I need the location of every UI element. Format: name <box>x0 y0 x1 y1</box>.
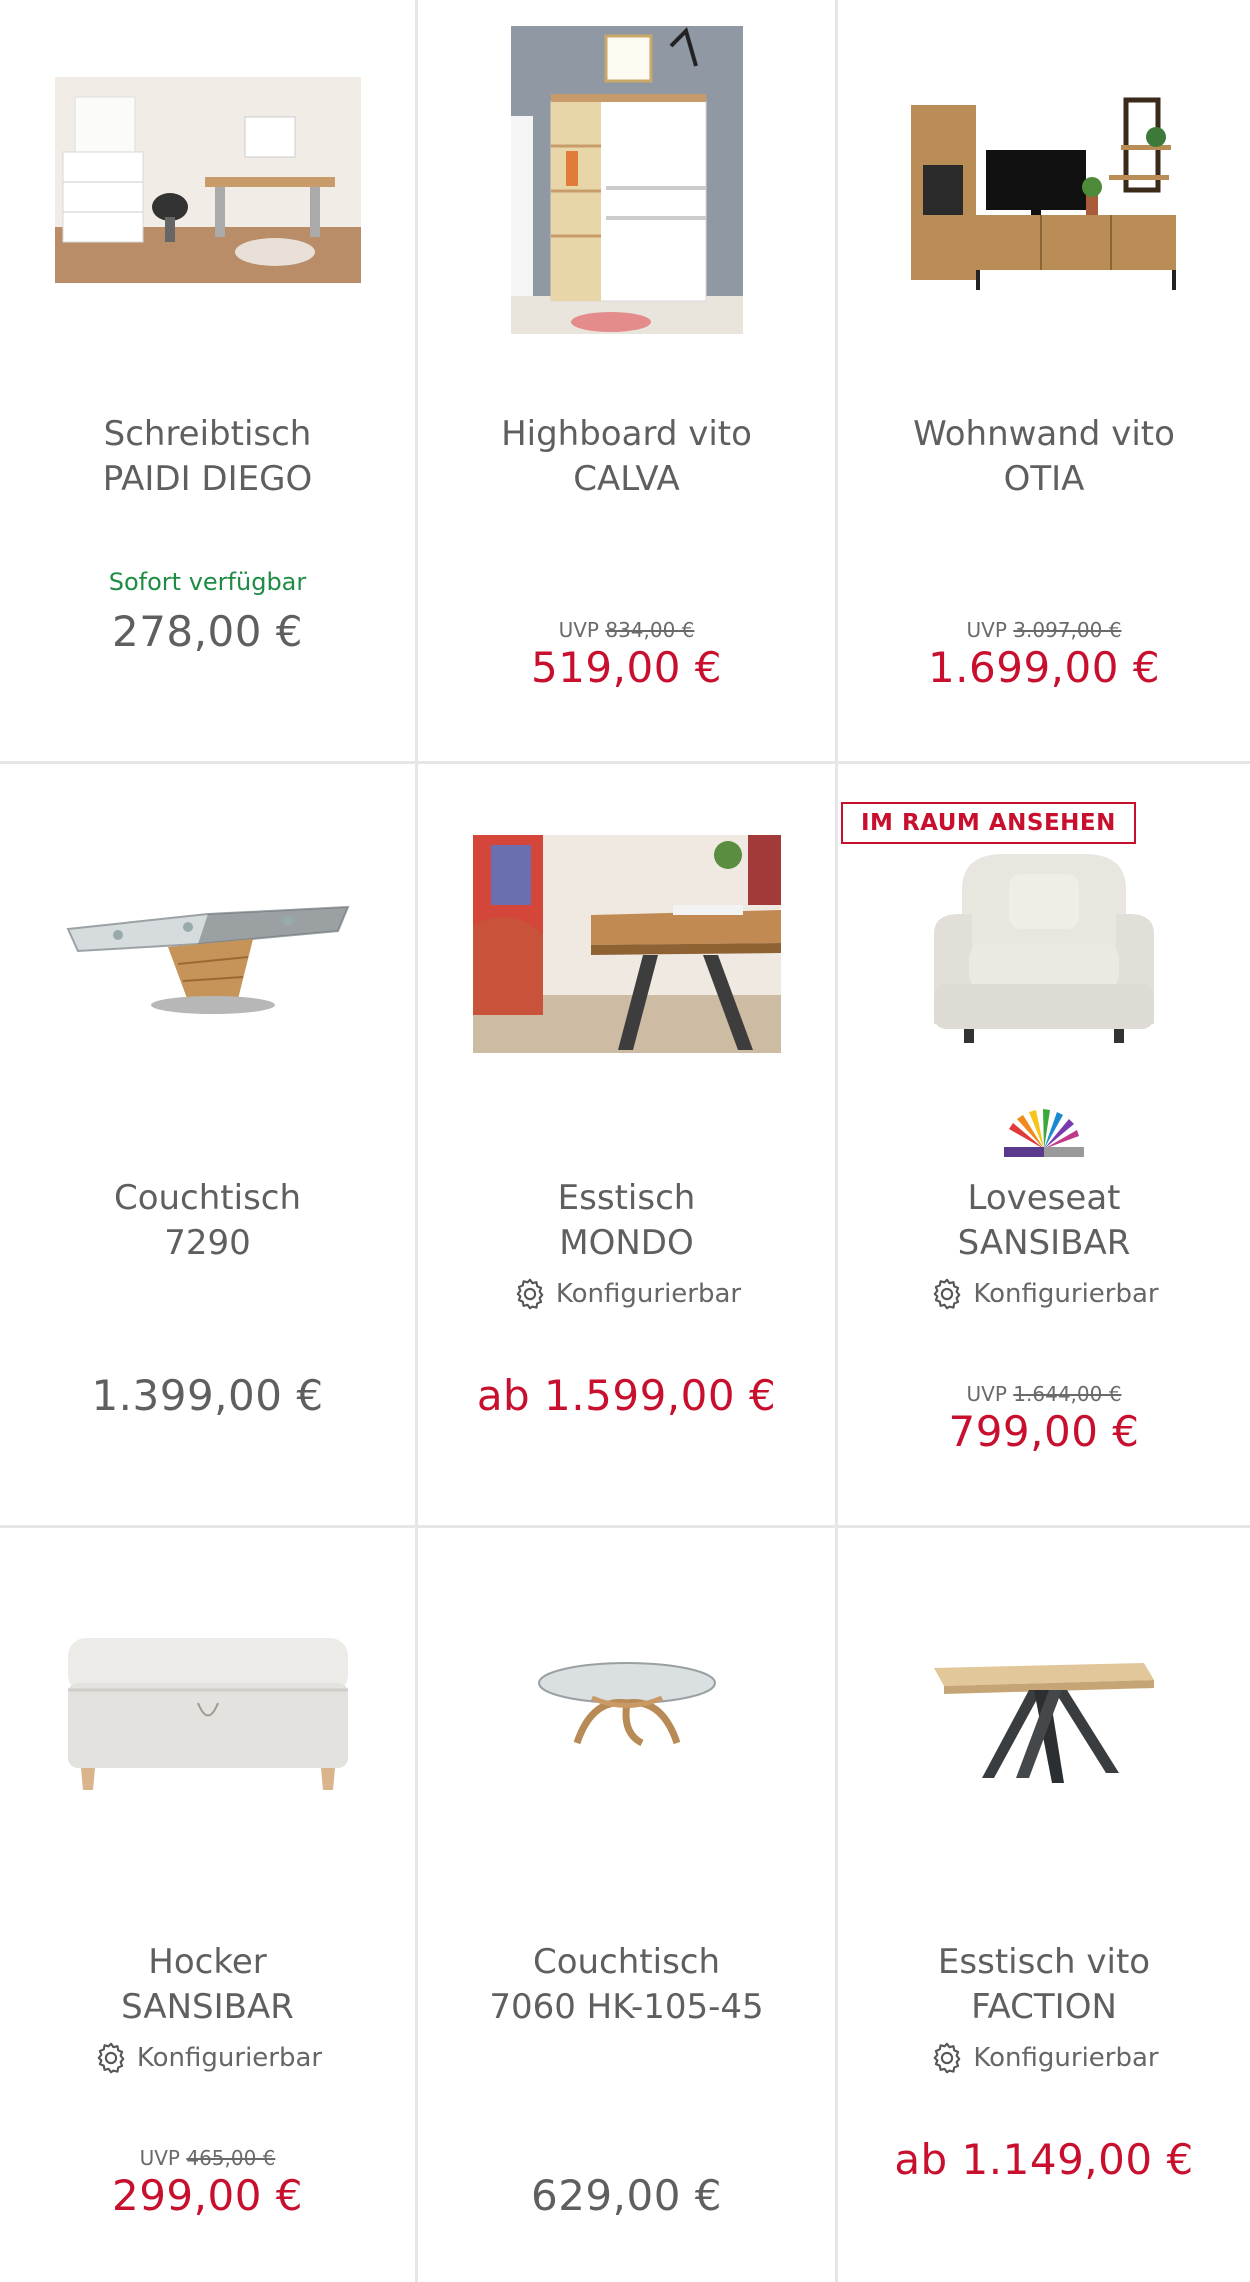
product-card-esstisch-mondo[interactable]: Esstisch MONDO Konfigurierbar ab 1.599,0… <box>418 764 838 1528</box>
product-title-line1[interactable]: Couchtisch <box>10 1176 405 1221</box>
product-card-wohnwand-vito-otia[interactable]: Wohnwand vito OTIA UVP 3.097,00 € 1.699,… <box>838 0 1250 764</box>
product-card-schreibtisch-paidi-diego[interactable]: Schreibtisch PAIDI DIEGO Sofort verfügba… <box>0 0 418 764</box>
product-title[interactable]: Couchtisch 7290 <box>10 1176 405 1266</box>
product-title-line1[interactable]: Hocker <box>10 1940 405 1985</box>
product-card-esstisch-vito-faction[interactable]: Esstisch vito FACTION Konfigurierbar ab … <box>838 1528 1250 2282</box>
product-price: 799,00 € <box>948 1407 1140 1456</box>
gear-icon <box>97 2042 125 2074</box>
configurable-label: Konfigurierbar <box>136 2043 323 2073</box>
configurable-indicator[interactable]: Konfigurierbar <box>838 1276 1250 1312</box>
product-title[interactable]: Loveseat SANSIBAR <box>848 1176 1240 1266</box>
configurable-indicator[interactable]: Konfigurierbar <box>418 1276 835 1312</box>
product-card-loveseat-sansibar[interactable]: IM RAUM ANSEHEN Loveseat SANSIBAR Konfig… <box>838 764 1250 1528</box>
product-price: ab 1.149,00 € <box>894 2135 1194 2184</box>
color-fan-logo <box>1004 1109 1084 1157</box>
product-card-couchtisch-7060[interactable]: Couchtisch 7060 HK-105-45 629,00 € <box>418 1528 838 2282</box>
product-price: 519,00 € <box>530 643 723 692</box>
product-image[interactable] <box>418 0 835 360</box>
product-title[interactable]: Couchtisch 7060 HK-105-45 <box>428 1940 825 2030</box>
product-card-hocker-sansibar[interactable]: Hocker SANSIBAR Konfigurierbar UVP 465,0… <box>0 1528 418 2282</box>
ottoman-photo <box>62 1618 353 1798</box>
wall-unit-photo <box>891 65 1197 295</box>
product-title[interactable]: Wohnwand vito OTIA <box>848 412 1240 502</box>
loveseat-photo <box>914 834 1174 1054</box>
product-title-line2[interactable]: OTIA <box>848 457 1240 502</box>
brand-logo <box>838 1109 1250 1159</box>
product-price: 278,00 € <box>111 607 304 656</box>
product-title-line1[interactable]: Wohnwand vito <box>848 412 1240 457</box>
uvp-label: UVP <box>558 618 599 642</box>
gear-icon <box>934 1278 961 1310</box>
configurable-label: Konfigurierbar <box>973 1279 1159 1309</box>
product-image[interactable] <box>418 1528 835 1888</box>
product-title[interactable]: Hocker SANSIBAR <box>10 1940 405 2030</box>
product-price: 1.699,00 € <box>927 643 1161 692</box>
product-title-line1[interactable]: Loveseat <box>848 1176 1240 1221</box>
product-title-line2[interactable]: 7290 <box>10 1221 405 1266</box>
product-title[interactable]: Schreibtisch PAIDI DIEGO <box>10 412 405 502</box>
product-title-line1[interactable]: Esstisch vito <box>848 1940 1240 1985</box>
gear-icon <box>516 1278 544 1310</box>
product-grid: Schreibtisch PAIDI DIEGO Sofort verfügba… <box>0 0 1250 2282</box>
product-title-line1[interactable]: Esstisch <box>428 1176 825 1221</box>
uvp-price: UVP 1.644,00 € <box>838 1382 1250 1406</box>
product-title-line2[interactable]: SANSIBAR <box>10 1985 405 2030</box>
uvp-label: UVP <box>966 618 1007 642</box>
configurable-indicator[interactable]: Konfigurierbar <box>838 2040 1250 2076</box>
product-title[interactable]: Highboard vito CALVA <box>428 412 825 502</box>
product-image[interactable] <box>838 1528 1250 1888</box>
product-title-line2[interactable]: PAIDI DIEGO <box>10 457 405 502</box>
highboard-photo <box>510 26 743 334</box>
view-in-room-badge[interactable]: IM RAUM ANSEHEN <box>841 802 1136 844</box>
faction-table-photo <box>914 1618 1174 1798</box>
product-title-line1[interactable]: Couchtisch <box>428 1940 825 1985</box>
configurable-indicator[interactable]: Konfigurierbar <box>0 2040 415 2076</box>
availability-status: Sofort verfügbar <box>108 568 307 596</box>
product-image[interactable] <box>0 764 415 1124</box>
uvp-label: UVP <box>966 1382 1007 1406</box>
product-price: 629,00 € <box>530 2171 723 2220</box>
product-title-line2[interactable]: MONDO <box>428 1221 825 1266</box>
configurable-label: Konfigurierbar <box>973 2043 1159 2073</box>
product-title-line1[interactable]: Schreibtisch <box>10 412 405 457</box>
product-title[interactable]: Esstisch MONDO <box>428 1176 825 1266</box>
product-title-line2[interactable]: 7060 HK-105-45 <box>428 1985 825 2030</box>
product-title-line2[interactable]: FACTION <box>848 1985 1240 2030</box>
product-price: 299,00 € <box>111 2171 304 2220</box>
round-glass-table-photo <box>531 1648 722 1768</box>
product-image[interactable] <box>838 0 1250 360</box>
desk-room-photo <box>54 77 361 283</box>
uvp-price: UVP 465,00 € <box>0 2146 415 2170</box>
product-price: 1.399,00 € <box>91 1371 324 1420</box>
glass-coffee-table-photo <box>57 869 358 1019</box>
uvp-price: UVP 3.097,00 € <box>838 618 1250 642</box>
uvp-old-price: 3.097,00 € <box>1013 618 1122 642</box>
product-card-couchtisch-7290[interactable]: Couchtisch 7290 1.399,00 € <box>0 764 418 1528</box>
product-price: ab 1.599,00 € <box>476 1371 777 1420</box>
product-title[interactable]: Esstisch vito FACTION <box>848 1940 1240 2030</box>
uvp-label: UVP <box>139 2146 180 2170</box>
configurable-label: Konfigurierbar <box>555 1279 742 1309</box>
product-image[interactable] <box>0 0 415 360</box>
product-title-line2[interactable]: CALVA <box>428 457 825 502</box>
uvp-price: UVP 834,00 € <box>418 618 835 642</box>
uvp-old-price: 1.644,00 € <box>1013 1382 1122 1406</box>
product-card-highboard-vito-calva[interactable]: Highboard vito CALVA UVP 834,00 € 519,00… <box>418 0 838 764</box>
product-title-line1[interactable]: Highboard vito <box>428 412 825 457</box>
uvp-old-price: 465,00 € <box>186 2146 276 2170</box>
product-title-line2[interactable]: SANSIBAR <box>848 1221 1240 1266</box>
product-image[interactable] <box>0 1528 415 1888</box>
gear-icon <box>934 2042 961 2074</box>
product-image[interactable] <box>418 764 835 1124</box>
dining-table-photo <box>472 835 781 1053</box>
uvp-old-price: 834,00 € <box>605 618 695 642</box>
